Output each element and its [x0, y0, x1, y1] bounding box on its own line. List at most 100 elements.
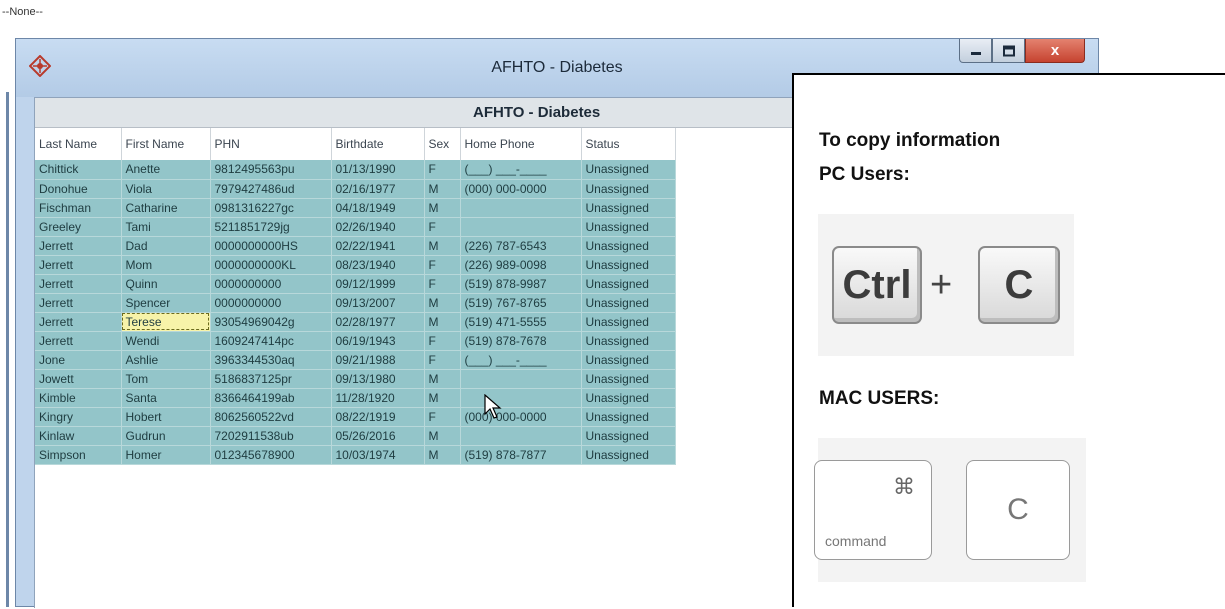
col-header-first-name[interactable]: First Name	[121, 128, 211, 160]
cell-home-phone[interactable]	[460, 388, 582, 408]
cell-phn[interactable]: 8062560522vd	[210, 407, 332, 427]
col-header-sex[interactable]: Sex	[424, 128, 461, 160]
cell-sex[interactable]: M	[424, 445, 461, 465]
table-row[interactable]: Kingry Hobert 8062560522vd 08/22/1919 F (000)…	[35, 407, 676, 427]
cell-last-name[interactable]: Kimble	[35, 388, 122, 408]
cell-first-name[interactable]: Hobert	[121, 407, 211, 427]
cell-sex[interactable]: M	[424, 369, 461, 389]
cell-status[interactable]: Unassigned	[581, 236, 676, 256]
cell-first-name[interactable]: Mom	[121, 255, 211, 275]
cell-last-name[interactable]: Jerrett	[35, 274, 122, 294]
col-header-home-phone[interactable]: Home Phone	[460, 128, 582, 160]
cell-sex[interactable]: F	[424, 255, 461, 275]
cell-birthdate[interactable]: 11/28/1920	[331, 388, 425, 408]
cell-first-name[interactable]: Tami	[121, 217, 211, 237]
cell-first-name[interactable]: Dad	[121, 236, 211, 256]
table-row[interactable]: Jerrett Terese 93054969042g 02/28/1977 M (519…	[35, 312, 676, 332]
cell-phn[interactable]: 0000000000KL	[210, 255, 332, 275]
cell-phn[interactable]: 9812495563pu	[210, 160, 332, 180]
cell-status[interactable]: Unassigned	[581, 274, 676, 294]
cell-last-name[interactable]: Chittick	[35, 160, 122, 180]
table-row[interactable]: Greeley Tami 5211851729jg 02/26/1940 F Unassi…	[35, 217, 676, 237]
cell-birthdate[interactable]: 10/03/1974	[331, 445, 425, 465]
table-row[interactable]: Jerrett Spencer 0000000000 09/13/2007 M (519)…	[35, 293, 676, 313]
cell-birthdate[interactable]: 09/13/1980	[331, 369, 425, 389]
cell-home-phone[interactable]: (519) 767-8765	[460, 293, 582, 313]
cell-birthdate[interactable]: 09/13/2007	[331, 293, 425, 313]
table-row[interactable]: Jerrett Wendi 1609247414pc 06/19/1943 F (519)…	[35, 331, 676, 351]
cell-home-phone[interactable]: (519) 471-5555	[460, 312, 582, 332]
table-row[interactable]: Kinlaw Gudrun 7202911538ub 05/26/2016 M Unass…	[35, 426, 676, 446]
col-header-status[interactable]: Status	[581, 128, 676, 160]
cell-home-phone[interactable]: (519) 878-9987	[460, 274, 582, 294]
cell-sex[interactable]: M	[424, 179, 461, 199]
cell-birthdate[interactable]: 09/21/1988	[331, 350, 425, 370]
cell-phn[interactable]: 0981316227gc	[210, 198, 332, 218]
cell-last-name[interactable]: Fischman	[35, 198, 122, 218]
cell-phn[interactable]: 0000000000	[210, 293, 332, 313]
cell-first-name[interactable]: Gudrun	[121, 426, 211, 446]
cell-sex[interactable]: F	[424, 331, 461, 351]
cell-last-name[interactable]: Kinlaw	[35, 426, 122, 446]
cell-status[interactable]: Unassigned	[581, 198, 676, 218]
cell-phn[interactable]: 7202911538ub	[210, 426, 332, 446]
cell-home-phone[interactable]: (519) 878-7877	[460, 445, 582, 465]
maximize-button[interactable]	[992, 39, 1025, 63]
cell-birthdate[interactable]: 02/26/1940	[331, 217, 425, 237]
cell-birthdate[interactable]: 08/22/1919	[331, 407, 425, 427]
cell-sex[interactable]: M	[424, 312, 461, 332]
table-row[interactable]: Jerrett Dad 0000000000HS 02/22/1941 M (226) 7…	[35, 236, 676, 256]
cell-home-phone[interactable]: (___) ___-____	[460, 160, 582, 180]
cell-first-name[interactable]: Quinn	[121, 274, 211, 294]
col-header-birthdate[interactable]: Birthdate	[331, 128, 425, 160]
cell-birthdate[interactable]: 02/22/1941	[331, 236, 425, 256]
table-row[interactable]: Donohue Viola 7979427486ud 02/16/1977 M (000)…	[35, 179, 676, 199]
cell-birthdate[interactable]: 04/18/1949	[331, 198, 425, 218]
cell-last-name[interactable]: Jone	[35, 350, 122, 370]
cell-last-name[interactable]: Jerrett	[35, 293, 122, 313]
cell-phn[interactable]: 0000000000	[210, 274, 332, 294]
table-row[interactable]: Jowett Tom 5186837125pr 09/13/1980 M Unassign…	[35, 369, 676, 389]
cell-last-name[interactable]: Donohue	[35, 179, 122, 199]
close-button[interactable]: x	[1025, 39, 1085, 63]
cell-sex[interactable]: F	[424, 274, 461, 294]
cell-status[interactable]: Unassigned	[581, 255, 676, 275]
cell-phn[interactable]: 3963344530aq	[210, 350, 332, 370]
cell-sex[interactable]: F	[424, 350, 461, 370]
cell-first-name[interactable]: Viola	[121, 179, 211, 199]
cell-sex[interactable]: M	[424, 426, 461, 446]
cell-status[interactable]: Unassigned	[581, 312, 676, 332]
cell-home-phone[interactable]: (226) 787-6543	[460, 236, 582, 256]
cell-first-name[interactable]: Anette	[121, 160, 211, 180]
table-row[interactable]: Fischman Catharine 0981316227gc 04/18/1949 M…	[35, 198, 676, 218]
cell-phn[interactable]: 7979427486ud	[210, 179, 332, 199]
cell-birthdate[interactable]: 02/28/1977	[331, 312, 425, 332]
cell-status[interactable]: Unassigned	[581, 350, 676, 370]
cell-home-phone[interactable]	[460, 198, 582, 218]
cell-birthdate[interactable]: 06/19/1943	[331, 331, 425, 351]
cell-phn[interactable]: 012345678900	[210, 445, 332, 465]
cell-sex[interactable]: M	[424, 236, 461, 256]
cell-status[interactable]: Unassigned	[581, 179, 676, 199]
cell-home-phone[interactable]	[460, 426, 582, 446]
cell-first-name[interactable]: Santa	[121, 388, 211, 408]
cell-sex[interactable]: M	[424, 293, 461, 313]
cell-home-phone[interactable]	[460, 217, 582, 237]
cell-home-phone[interactable]: (000) 000-0000	[460, 179, 582, 199]
table-row[interactable]: Jerrett Mom 0000000000KL 08/23/1940 F (226) 9…	[35, 255, 676, 275]
cell-birthdate[interactable]: 09/12/1999	[331, 274, 425, 294]
cell-birthdate[interactable]: 02/16/1977	[331, 179, 425, 199]
cell-home-phone[interactable]: (519) 878-7678	[460, 331, 582, 351]
minimize-button[interactable]	[959, 39, 992, 63]
cell-birthdate[interactable]: 05/26/2016	[331, 426, 425, 446]
cell-status[interactable]: Unassigned	[581, 407, 676, 427]
cell-phn[interactable]: 8366464199ab	[210, 388, 332, 408]
cell-first-name[interactable]: Wendi	[121, 331, 211, 351]
cell-sex[interactable]: M	[424, 388, 461, 408]
cell-last-name[interactable]: Jerrett	[35, 312, 122, 332]
cell-status[interactable]: Unassigned	[581, 388, 676, 408]
cell-birthdate[interactable]: 08/23/1940	[331, 255, 425, 275]
cell-first-name[interactable]: Spencer	[121, 293, 211, 313]
cell-sex[interactable]: F	[424, 217, 461, 237]
table-row[interactable]: Chittick Anette 9812495563pu 01/13/1990 F (__…	[35, 160, 676, 180]
